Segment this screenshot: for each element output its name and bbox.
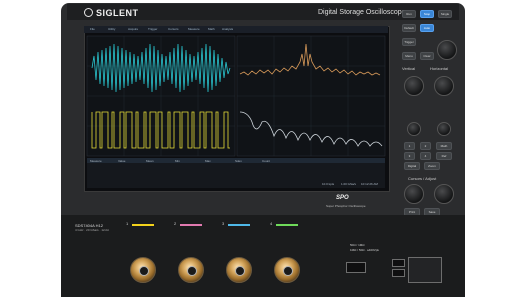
math-button[interactable]: Math (436, 142, 452, 150)
default-button[interactable]: Default (402, 24, 416, 32)
spo-logo: SPO (336, 195, 349, 201)
input-rating-sub: 1MΩ / 50Ω · ≤400Vpk (350, 248, 379, 252)
stop-button[interactable]: Stop (420, 10, 434, 18)
channel-2-bnc-icon[interactable] (178, 257, 204, 283)
channel-1-bnc-icon[interactable] (130, 257, 156, 283)
channel-4-button[interactable]: 4 (420, 152, 431, 160)
single-button[interactable]: Single (438, 10, 452, 18)
cursors-adjust-label: Cursors / Adjust (408, 176, 437, 181)
col-mean: Mean (146, 159, 154, 163)
bnc-core-icon (139, 266, 149, 276)
waveform-area[interactable] (84, 26, 389, 191)
input-rating: 50Ω / 1MΩ (350, 243, 365, 247)
col-value: Value (118, 159, 126, 163)
clear-button[interactable]: Clear (420, 52, 434, 60)
brand-name: SIGLENT (96, 8, 139, 18)
trigger-button[interactable]: Trigger (402, 38, 416, 46)
col-measure: Measure (90, 159, 102, 163)
channel-4-bnc-icon[interactable] (274, 257, 300, 283)
channel-4-label: 4 (270, 221, 273, 226)
vertical-position-knob[interactable] (407, 122, 421, 136)
probe-interface-icon[interactable] (408, 257, 442, 283)
trigger-level-knob[interactable] (437, 40, 457, 60)
usb-port-icon[interactable] (392, 259, 405, 267)
bnc-core-icon (283, 266, 293, 276)
channel-4-color-bar (276, 224, 298, 226)
channel-1-label: 1 (126, 221, 129, 226)
zoom-button[interactable]: Zoom (424, 162, 440, 170)
aux-port-icon[interactable] (346, 262, 366, 273)
channel-2-color-bar (180, 224, 202, 226)
model-spec: 4 GHz · 20 GSa/s · 12-bit (75, 228, 109, 232)
col-sdev: Sdev (235, 159, 242, 163)
cursor-knob-a[interactable] (404, 184, 424, 204)
run-button[interactable]: Run (402, 10, 416, 18)
ref-button[interactable]: Ref (436, 152, 452, 160)
auto-button[interactable]: Auto (420, 24, 434, 32)
col-min: Min (175, 159, 180, 163)
col-count: Count (262, 159, 271, 163)
vertical-label: Vertical (402, 66, 416, 71)
status-sample-rate: 1.00 GSa/s (341, 182, 357, 186)
brand-logo-icon (84, 8, 93, 17)
cursor-knob-b[interactable] (434, 184, 454, 204)
front-lower-panel (61, 215, 465, 297)
horizontal-position-knob[interactable] (437, 122, 451, 136)
measure-header: Measure (90, 159, 102, 163)
channel-1-button[interactable]: 1 (404, 142, 415, 150)
status-time: 10:12:26 AM (361, 182, 378, 186)
status-mem-depth: 10.0 kpts (322, 182, 335, 186)
horizontal-label: Horizontal (430, 66, 449, 71)
bnc-core-icon (235, 266, 245, 276)
channel-3-color-bar (228, 224, 250, 226)
channel-3-button[interactable]: 3 (404, 152, 415, 160)
usb-port-icon[interactable] (392, 269, 405, 277)
col-max: Max (205, 159, 211, 163)
channel-2-label: 2 (174, 221, 177, 226)
horizontal-scale-knob[interactable] (434, 76, 454, 96)
digital-button[interactable]: Digital (404, 162, 420, 170)
product-tagline: Digital Storage Oscilloscope (318, 9, 406, 16)
bnc-core-icon (187, 266, 197, 276)
channel-1-color-bar (132, 224, 154, 226)
channel-3-label: 3 (222, 221, 225, 226)
menu-button[interactable]: Menu (402, 52, 416, 60)
vertical-scale-knob[interactable] (404, 76, 424, 96)
channel-2-button[interactable]: 2 (420, 142, 431, 150)
channel-3-bnc-icon[interactable] (226, 257, 252, 283)
spo-caption: Super Phosphor Oscilloscope (326, 204, 366, 208)
